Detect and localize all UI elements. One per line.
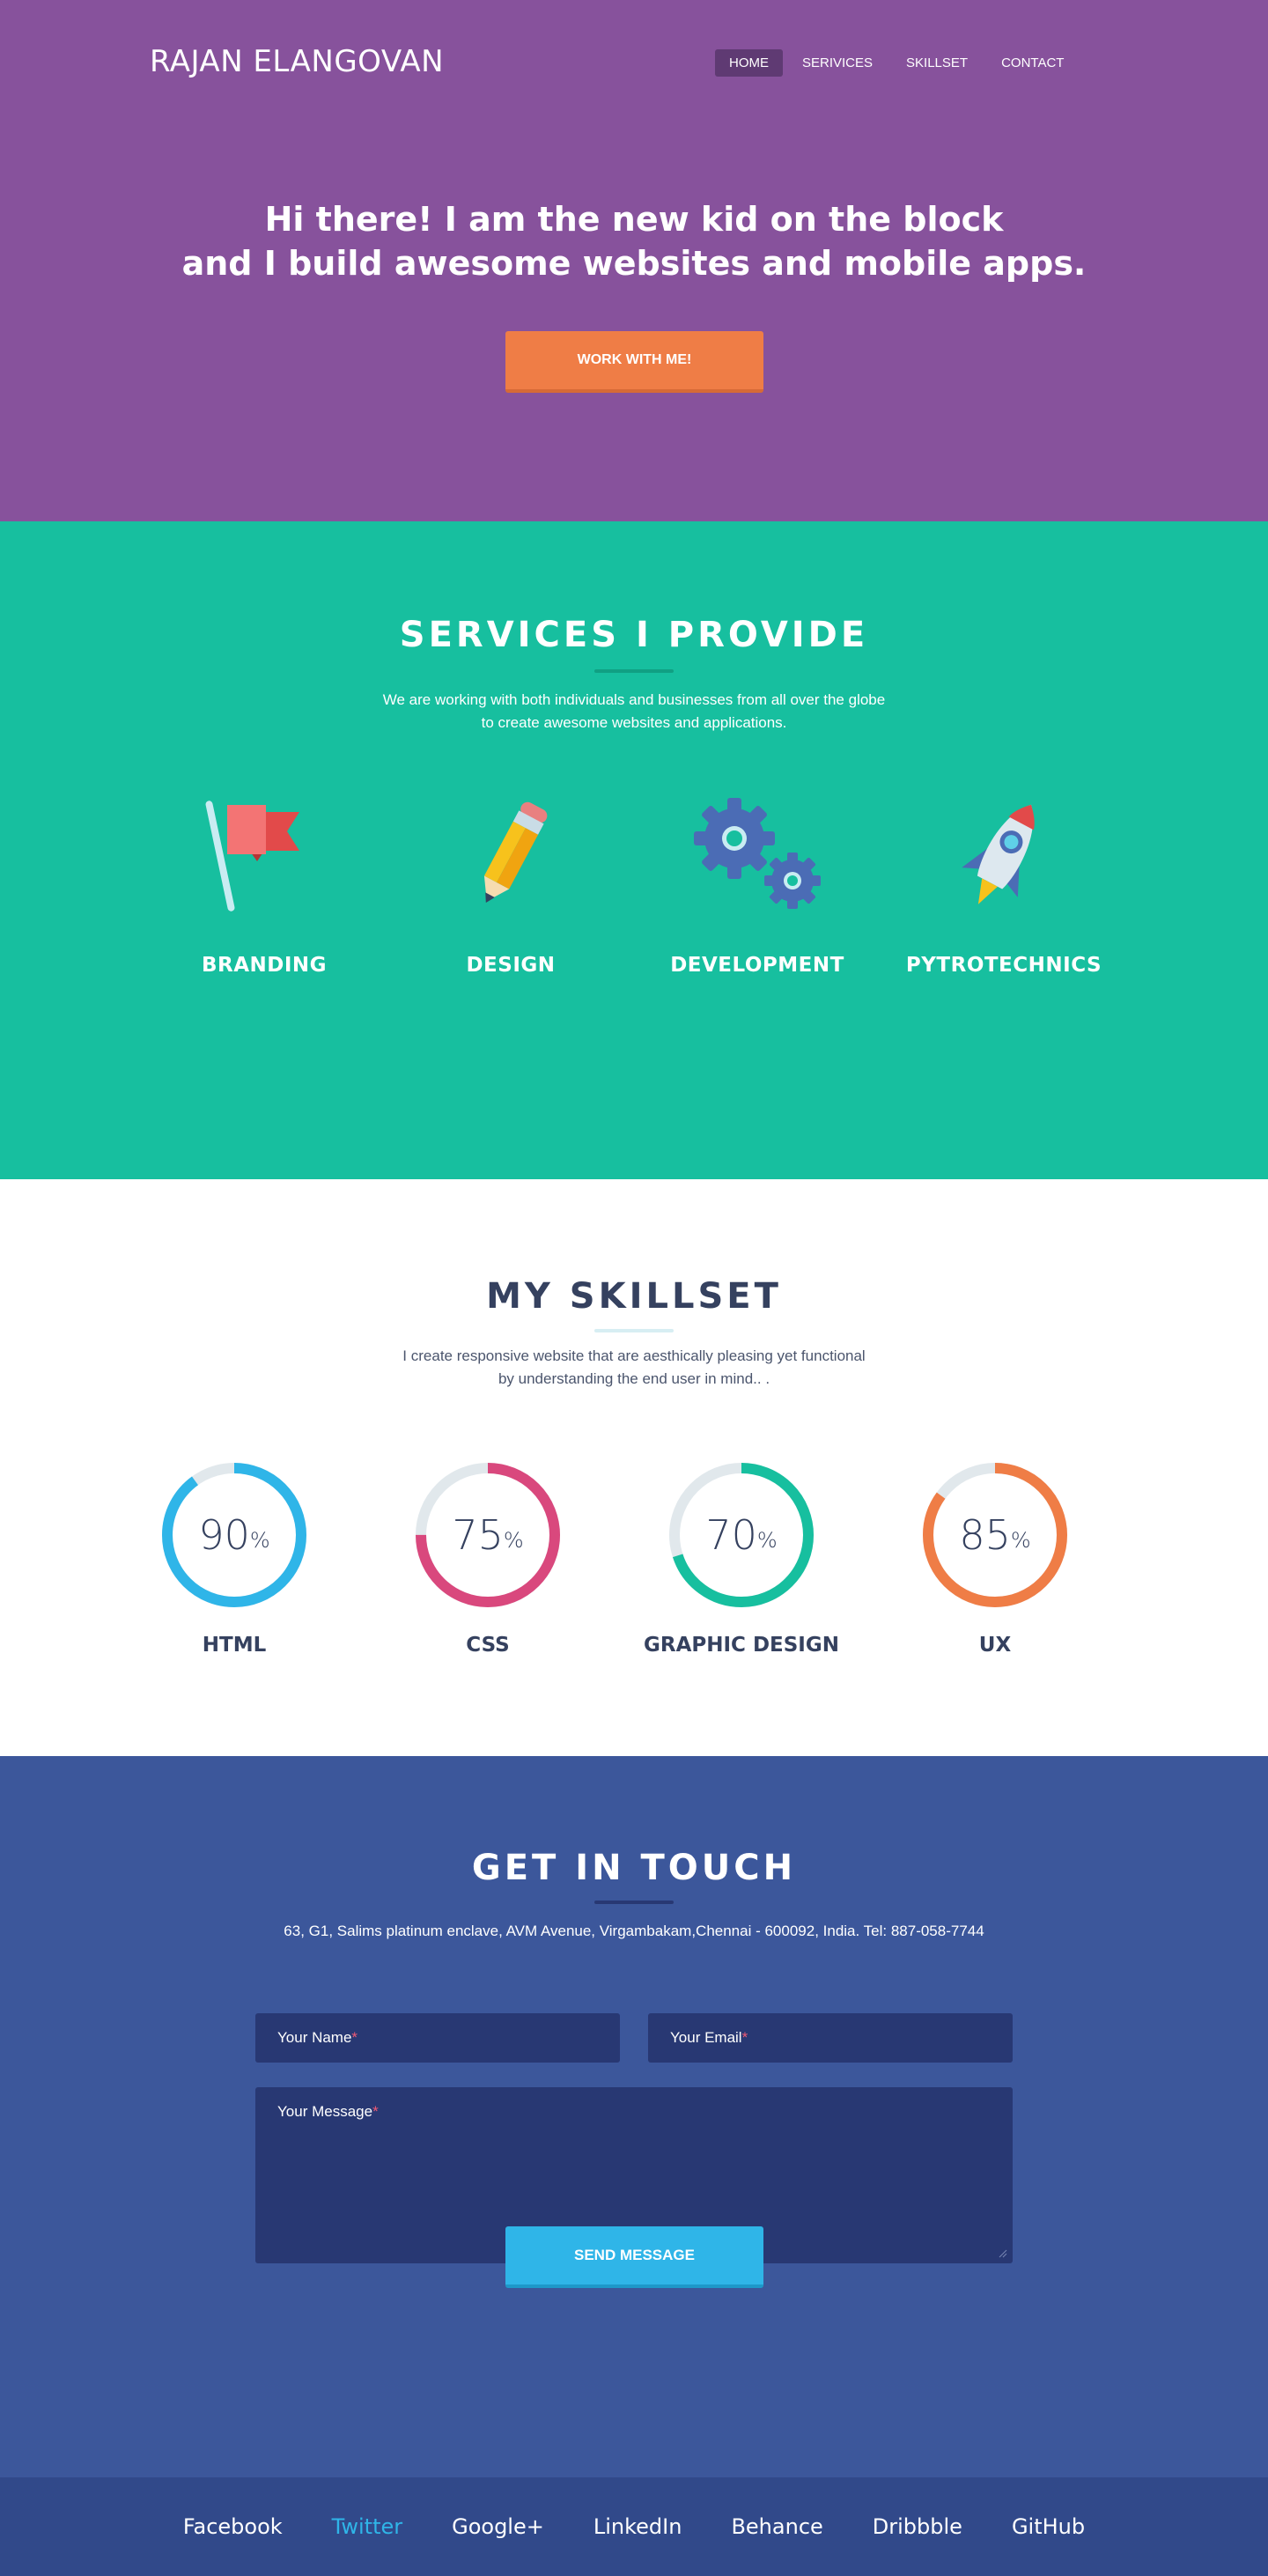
skill-ux: 85% UX bbox=[889, 1461, 1101, 1657]
name-placeholder: Your Name bbox=[277, 2029, 352, 2046]
skill-ux-value: 85 bbox=[959, 1511, 1011, 1559]
hero-line-2: and I build awesome websites and mobile … bbox=[181, 244, 1087, 283]
services-title-rule bbox=[594, 669, 674, 673]
service-design: DESIGN bbox=[396, 794, 625, 977]
page: RAJAN ELANGOVAN HOME SERIVICES SKILLSET … bbox=[0, 0, 1268, 2576]
skill-ux-percent: 85% bbox=[889, 1461, 1101, 1609]
rocket-icon bbox=[962, 804, 1035, 904]
skillset-subtitle-line-1: I create responsive website that are aes… bbox=[402, 1347, 866, 1364]
skillset-title-rule bbox=[594, 1329, 674, 1332]
name-required-mark: * bbox=[351, 2029, 358, 2046]
message-placeholder: Your Message bbox=[277, 2103, 373, 2120]
services-title: SERVICES I PROVIDE bbox=[399, 615, 869, 655]
skill-html-value: 90 bbox=[198, 1511, 250, 1559]
skillset-section: MY SKILLSET I create responsive website … bbox=[0, 1179, 1268, 1756]
skill-graphic-design-value: 70 bbox=[705, 1511, 757, 1559]
skill-css-value: 75 bbox=[452, 1511, 504, 1559]
skill-css: 75% CSS bbox=[382, 1461, 593, 1657]
contact-address: 63, G1, Salims platinum enclave, AVM Ave… bbox=[284, 1923, 984, 1939]
skillset-title: MY SKILLSET bbox=[486, 1276, 782, 1317]
footer-link-behance[interactable]: Behance bbox=[731, 2514, 822, 2539]
service-development: DEVELOPMENT bbox=[643, 794, 872, 977]
work-with-me-button[interactable]: WORK WITH ME! bbox=[505, 331, 763, 393]
pencil-icon bbox=[483, 801, 548, 903]
footer-link-twitter[interactable]: Twitter bbox=[332, 2514, 402, 2539]
email-field[interactable]: Your Email* bbox=[648, 2013, 1013, 2063]
skill-graphic-design-percent: 70% bbox=[636, 1461, 847, 1609]
skill-html-unit: % bbox=[249, 1528, 270, 1553]
skillset-subtitle-line-2: by understanding the end user in mind.. … bbox=[498, 1370, 770, 1387]
services-section: SERVICES I PROVIDE We are working with b… bbox=[0, 521, 1268, 1179]
send-message-button[interactable]: SEND MESSAGE bbox=[505, 2226, 763, 2288]
nav-skillset[interactable]: SKILLSET bbox=[892, 49, 982, 77]
skill-css-unit: % bbox=[503, 1528, 524, 1553]
skill-graphic-design-label: GRAPHIC DESIGN bbox=[644, 1634, 839, 1657]
contact-section: GET IN TOUCH 63, G1, Salims platinum enc… bbox=[0, 1756, 1268, 2477]
services-subtitle-line-1: We are working with both individuals and… bbox=[382, 691, 886, 708]
flag-icon bbox=[205, 801, 299, 912]
site-logo[interactable]: RAJAN ELANGOVAN bbox=[150, 44, 444, 79]
skill-css-percent: 75% bbox=[382, 1461, 593, 1609]
footer-link-linkedin[interactable]: LinkedIn bbox=[593, 2514, 682, 2539]
skill-html-label: HTML bbox=[202, 1634, 267, 1657]
email-placeholder: Your Email bbox=[670, 2029, 742, 2046]
skill-ux-label: UX bbox=[978, 1634, 1012, 1657]
skill-html: 90% HTML bbox=[129, 1461, 340, 1657]
service-pyrotechnics-label: PYTROTECHNICS bbox=[905, 954, 1102, 977]
hero-line-1: Hi there! I am the new kid on the block bbox=[264, 200, 1004, 239]
resize-handle-icon[interactable] bbox=[999, 2249, 1007, 2258]
footer-link-facebook[interactable]: Facebook bbox=[183, 2514, 283, 2539]
skill-css-label: CSS bbox=[466, 1634, 510, 1657]
message-required-mark: * bbox=[372, 2103, 379, 2120]
service-pyrotechnics: PYTROTECHNICS bbox=[889, 794, 1118, 977]
service-design-label: DESIGN bbox=[466, 954, 556, 977]
service-branding: BRANDING bbox=[150, 794, 379, 977]
skill-graphic-design: 70% GRAPHIC DESIGN bbox=[636, 1461, 847, 1657]
services-subtitle: We are working with both individuals and… bbox=[0, 689, 1268, 734]
skillset-subtitle: I create responsive website that are aes… bbox=[0, 1345, 1268, 1391]
service-branding-label: BRANDING bbox=[201, 954, 328, 977]
nav-home[interactable]: HOME bbox=[715, 49, 783, 77]
nav-contact[interactable]: CONTACT bbox=[987, 49, 1078, 77]
footer-link-github[interactable]: GitHub bbox=[1012, 2514, 1085, 2539]
nav-services[interactable]: SERIVICES bbox=[788, 49, 887, 77]
services-subtitle-line-2: to create awesome websites and applicati… bbox=[481, 714, 787, 731]
footer-link-googleplus[interactable]: Google+ bbox=[452, 2514, 544, 2539]
footer-link-dribbble[interactable]: Dribbble bbox=[873, 2514, 962, 2539]
skill-graphic-design-unit: % bbox=[756, 1528, 778, 1553]
name-field[interactable]: Your Name* bbox=[255, 2013, 620, 2063]
social-footer: Facebook Twitter Google+ LinkedIn Behanc… bbox=[0, 2477, 1268, 2576]
skill-ux-unit: % bbox=[1010, 1528, 1031, 1553]
contact-title-rule bbox=[594, 1901, 674, 1904]
gears-icon bbox=[694, 798, 821, 909]
main-nav: HOME SERIVICES SKILLSET CONTACT bbox=[715, 49, 1078, 77]
service-development-label: DEVELOPMENT bbox=[670, 954, 844, 977]
hero-headline: Hi there! I am the new kid on the block … bbox=[0, 197, 1268, 285]
email-required-mark: * bbox=[741, 2029, 748, 2046]
contact-title: GET IN TOUCH bbox=[471, 1848, 797, 1888]
hero-section: RAJAN ELANGOVAN HOME SERIVICES SKILLSET … bbox=[0, 0, 1268, 521]
skill-html-percent: 90% bbox=[129, 1461, 340, 1609]
